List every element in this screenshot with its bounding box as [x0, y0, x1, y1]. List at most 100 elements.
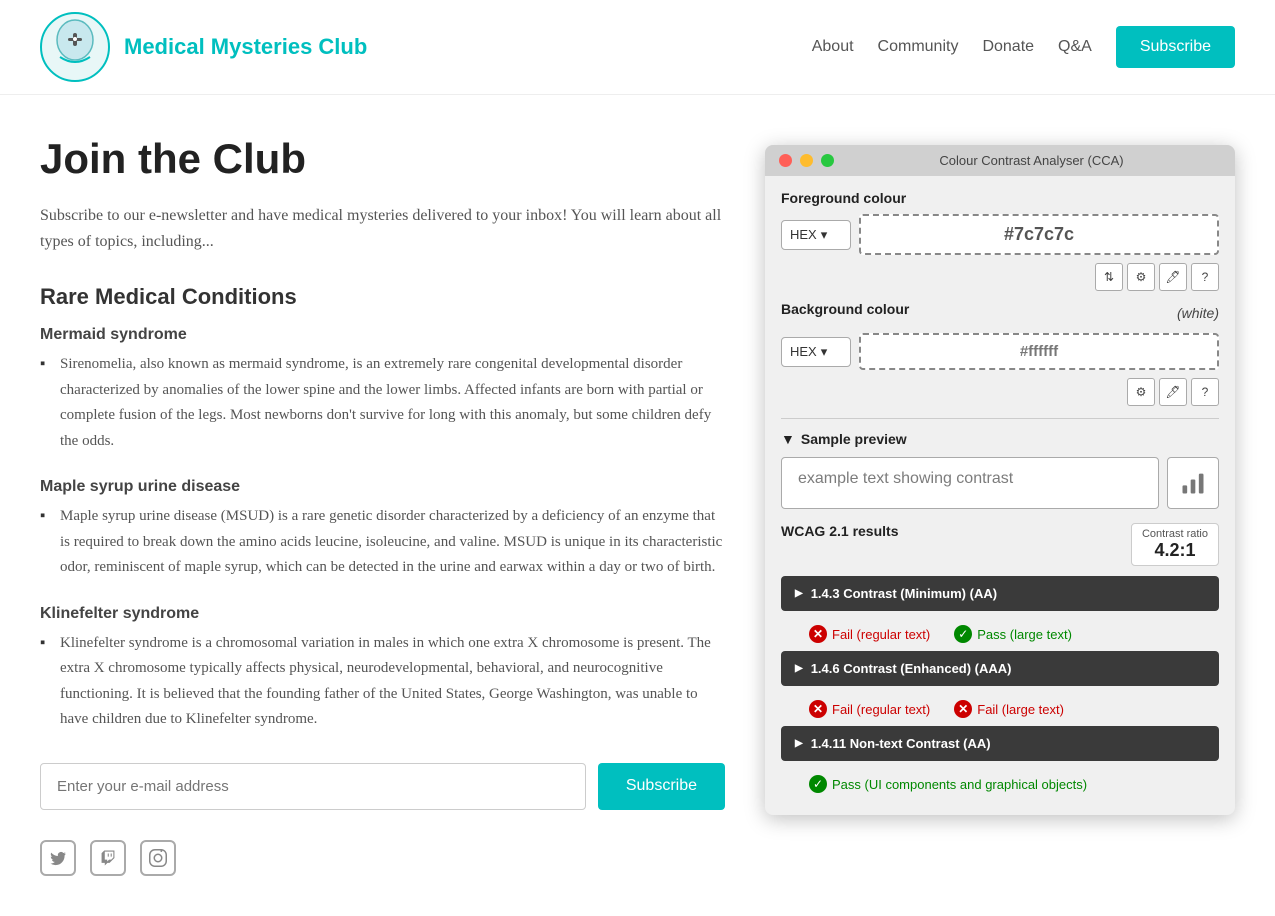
- cca-fg-tools: ⇅ ⚙ 🖊 ?: [781, 263, 1219, 291]
- logo-title: Medical Mysteries Club: [124, 34, 367, 60]
- twitch-icon[interactable]: [90, 840, 126, 876]
- intro-text: Subscribe to our e-newsletter and have m…: [40, 203, 725, 254]
- cca-bg-sliders-icon[interactable]: ⚙: [1127, 378, 1155, 406]
- cca-wcag-header: WCAG 2.1 results Contrast ratio 4.2:1: [781, 523, 1219, 566]
- social-icons: [40, 840, 725, 876]
- cca-dot-green: [821, 154, 834, 167]
- cca-bg-white-label: (white): [1177, 305, 1219, 321]
- cca-result-nontext-row[interactable]: ▶ 1.4.11 Non-text Contrast (AA): [781, 726, 1219, 761]
- cca-result-nontext-label: 1.4.11 Non-text Contrast (AA): [811, 736, 991, 751]
- cca-aaa-fail-regular-icon: ✕: [809, 700, 827, 718]
- cca-result-aaa-triangle: ▶: [795, 663, 803, 674]
- email-input[interactable]: [40, 763, 586, 810]
- cca-contrast-box: Contrast ratio 4.2:1: [1131, 523, 1219, 566]
- cca-body: Foreground colour HEX ▾ #7c7c7c ⇅ ⚙ 🖊 ? …: [765, 176, 1235, 815]
- cca-aaa-fail-large-label: Fail (large text): [977, 702, 1064, 717]
- nav-qa[interactable]: Q&A: [1058, 38, 1092, 56]
- cca-fg-format-select[interactable]: HEX ▾: [781, 220, 851, 250]
- cca-result-aa-triangle: ▶: [795, 588, 803, 599]
- nav-subscribe-button[interactable]: Subscribe: [1116, 26, 1235, 68]
- twitter-icon[interactable]: [40, 840, 76, 876]
- cca-aa-pass-large-icon: ✓: [954, 625, 972, 643]
- main-wrapper: Join the Club Subscribe to our e-newslet…: [0, 95, 1275, 916]
- cca-contrast-label: Contrast ratio: [1142, 528, 1208, 540]
- cca-contrast-value: 4.2:1: [1142, 540, 1208, 561]
- site-header: Medical Mysteries Club About Community D…: [0, 0, 1275, 95]
- cca-dot-yellow: [800, 154, 813, 167]
- cca-aa-fail-regular-icon: ✕: [809, 625, 827, 643]
- condition-msud: Maple syrup urine disease Maple syrup ur…: [40, 478, 725, 581]
- cca-aa-pass-large-label: Pass (large text): [977, 627, 1072, 642]
- condition-mermaid: Mermaid syndrome Sirenomelia, also known…: [40, 326, 725, 454]
- condition-klinefelter: Klinefelter syndrome Klinefelter syndrom…: [40, 605, 725, 733]
- main-nav: About Community Donate Q&A Subscribe: [812, 26, 1235, 68]
- cca-bg-label: Background colour: [781, 301, 909, 317]
- email-subscribe-button[interactable]: Subscribe: [598, 763, 725, 810]
- email-form: Subscribe: [40, 763, 725, 810]
- cca-fg-row: HEX ▾ #7c7c7c: [781, 214, 1219, 255]
- cca-chart-icon: [1167, 457, 1219, 509]
- cca-aaa-fail-regular-label: Fail (regular text): [832, 702, 930, 717]
- cca-divider-1: [781, 418, 1219, 419]
- condition-mermaid-title: Mermaid syndrome: [40, 326, 725, 344]
- cca-aa-pass-fail: ✕ Fail (regular text) ✓ Pass (large text…: [781, 617, 1219, 651]
- page-title: Join the Club: [40, 135, 725, 183]
- cca-panel-title: Colour Contrast Analyser (CCA): [842, 153, 1221, 168]
- cca-result-aaa-row[interactable]: ▶ 1.4.6 Contrast (Enhanced) (AAA): [781, 651, 1219, 686]
- cca-nontext-pass-ui: ✓ Pass (UI components and graphical obje…: [809, 775, 1087, 793]
- section-title: Rare Medical Conditions: [40, 284, 725, 310]
- cca-wcag-title: WCAG 2.1 results: [781, 523, 898, 539]
- cca-sample-header: ▼ Sample preview: [781, 431, 1219, 447]
- cca-aa-fail-regular: ✕ Fail (regular text): [809, 625, 930, 643]
- cca-nontext-pass-ui-icon: ✓: [809, 775, 827, 793]
- cca-fg-format-chevron: ▾: [821, 227, 828, 243]
- cca-fg-sliders-icon[interactable]: ⚙: [1127, 263, 1155, 291]
- cca-bg-tools: ⚙ 🖊 ?: [781, 378, 1219, 406]
- cca-aaa-fail-large-icon: ✕: [954, 700, 972, 718]
- cca-panel: Colour Contrast Analyser (CCA) Foregroun…: [765, 145, 1235, 815]
- cca-nontext-pass: ✓ Pass (UI components and graphical obje…: [781, 767, 1219, 801]
- cca-fg-value[interactable]: #7c7c7c: [859, 214, 1219, 255]
- cca-sample-preview: example text showing contrast: [781, 457, 1219, 509]
- cca-example-text: example text showing contrast: [781, 457, 1159, 509]
- instagram-icon[interactable]: [140, 840, 176, 876]
- content-area: Join the Club Subscribe to our e-newslet…: [40, 135, 725, 876]
- cca-bg-eyedropper-icon[interactable]: 🖊: [1159, 378, 1187, 406]
- cca-sample-triangle: ▼: [781, 431, 795, 447]
- cca-bg-format-chevron: ▾: [821, 344, 828, 360]
- cca-aa-fail-regular-label: Fail (regular text): [832, 627, 930, 642]
- cca-fg-label: Foreground colour: [781, 190, 1219, 206]
- cca-fg-format-value: HEX: [790, 227, 817, 242]
- condition-klinefelter-title: Klinefelter syndrome: [40, 605, 725, 623]
- nav-donate[interactable]: Donate: [982, 38, 1034, 56]
- cca-result-aa-label: 1.4.3 Contrast (Minimum) (AA): [811, 586, 997, 601]
- condition-mermaid-desc: Sirenomelia, also known as mermaid syndr…: [40, 352, 725, 454]
- cca-aaa-pass-fail: ✕ Fail (regular text) ✕ Fail (large text…: [781, 692, 1219, 726]
- cca-result-nontext-triangle: ▶: [795, 738, 803, 749]
- cca-nontext-pass-ui-label: Pass (UI components and graphical object…: [832, 777, 1087, 792]
- cca-dot-red: [779, 154, 792, 167]
- cca-aaa-fail-large: ✕ Fail (large text): [954, 700, 1064, 718]
- cca-aa-pass-large: ✓ Pass (large text): [954, 625, 1072, 643]
- logo-icon: [40, 12, 110, 82]
- cca-fg-sort-icon[interactable]: ⇅: [1095, 263, 1123, 291]
- cca-fg-eyedropper-icon[interactable]: 🖊: [1159, 263, 1187, 291]
- cca-bg-format-value: HEX: [790, 344, 817, 359]
- cca-bg-value[interactable]: #ffffff: [859, 333, 1219, 370]
- cca-fg-help-icon[interactable]: ?: [1191, 263, 1219, 291]
- cca-bg-format-select[interactable]: HEX ▾: [781, 337, 851, 367]
- cca-sample-label: Sample preview: [801, 431, 907, 447]
- cca-aaa-fail-regular: ✕ Fail (regular text): [809, 700, 930, 718]
- condition-msud-desc: Maple syrup urine disease (MSUD) is a ra…: [40, 504, 725, 581]
- cca-bg-row: HEX ▾ #ffffff: [781, 333, 1219, 370]
- logo-area: Medical Mysteries Club: [40, 12, 367, 82]
- cca-bg-header: Background colour (white): [781, 301, 1219, 325]
- nav-community[interactable]: Community: [878, 38, 959, 56]
- cca-titlebar: Colour Contrast Analyser (CCA): [765, 145, 1235, 176]
- cca-result-aaa-label: 1.4.6 Contrast (Enhanced) (AAA): [811, 661, 1012, 676]
- cca-bg-help-icon[interactable]: ?: [1191, 378, 1219, 406]
- condition-msud-title: Maple syrup urine disease: [40, 478, 725, 496]
- cca-result-aa-row[interactable]: ▶ 1.4.3 Contrast (Minimum) (AA): [781, 576, 1219, 611]
- nav-about[interactable]: About: [812, 38, 854, 56]
- condition-klinefelter-desc: Klinefelter syndrome is a chromosomal va…: [40, 631, 725, 733]
